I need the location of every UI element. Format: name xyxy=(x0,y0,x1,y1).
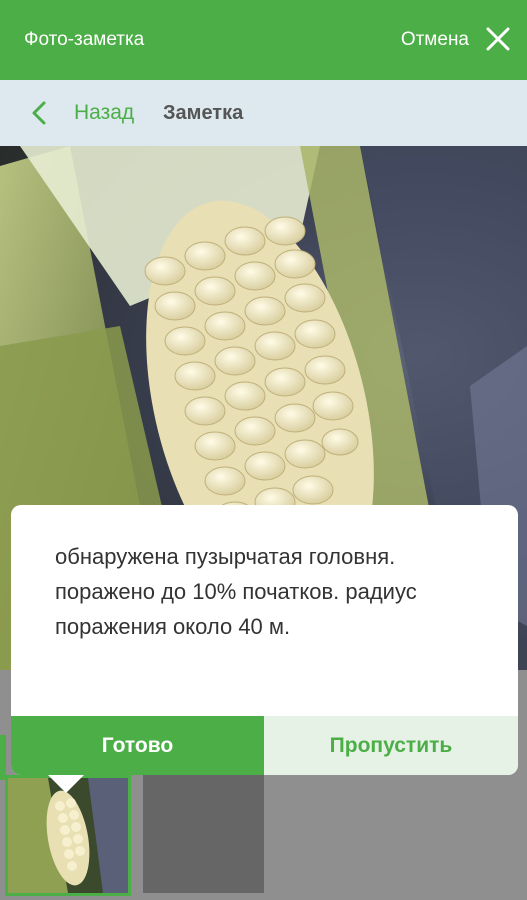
close-icon[interactable] xyxy=(483,24,513,54)
done-button[interactable]: Готово xyxy=(11,716,264,775)
thumbnail-selected-pointer xyxy=(48,775,84,793)
cancel-button[interactable]: Отмена xyxy=(401,29,469,51)
app-header: Фото-заметка Отмена xyxy=(0,0,527,80)
chevron-left-icon[interactable] xyxy=(28,100,50,126)
photo-thumbnail[interactable] xyxy=(5,775,131,896)
page-title: Заметка xyxy=(163,102,244,124)
note-text[interactable]: обнаружена пузырчатая головня. поражено … xyxy=(55,539,475,644)
empty-thumbnail-slot[interactable] xyxy=(143,775,264,893)
header-title: Фото-заметка xyxy=(24,29,145,50)
corn-thumbnail-image xyxy=(8,778,128,893)
strip-edge-accent xyxy=(0,735,6,780)
skip-button[interactable]: Пропустить xyxy=(264,716,518,775)
note-dialog: обнаружена пузырчатая головня. поражено … xyxy=(11,505,518,775)
navigation-bar: Назад Заметка xyxy=(0,80,527,146)
back-button[interactable]: Назад xyxy=(74,101,134,125)
